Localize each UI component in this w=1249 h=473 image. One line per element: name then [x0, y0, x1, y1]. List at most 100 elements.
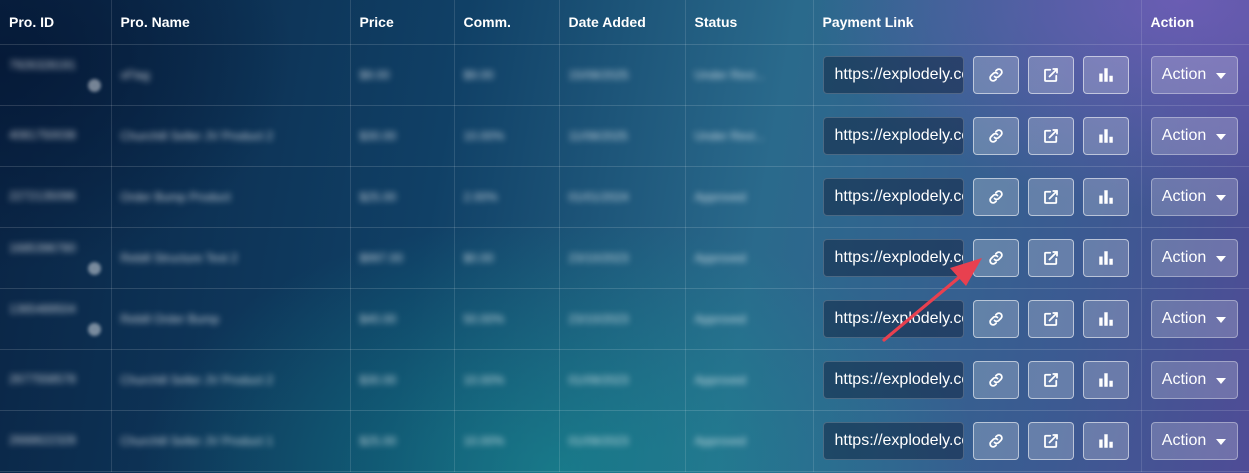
open-link-button[interactable] [1027, 116, 1074, 155]
caret-down-icon [1216, 316, 1227, 323]
pro-id-text: 7926328191 [9, 57, 76, 72]
stats-button[interactable] [1082, 55, 1129, 94]
copy-link-button[interactable] [972, 116, 1019, 155]
caret-down-icon [1216, 377, 1227, 384]
date-text: 01/09/2023 [568, 433, 629, 448]
open-link-button[interactable] [1027, 360, 1074, 399]
col-payment-link: Payment Link [813, 0, 1142, 45]
comm-text: 10.00% [463, 128, 505, 143]
cell-pro-id: 2677558578 [0, 349, 112, 411]
payment-link-input[interactable]: https://explodely.com/ [822, 299, 964, 338]
cell-action: Action [1141, 166, 1249, 228]
pro-id-text: 2272135096 [9, 188, 76, 203]
open-link-button[interactable] [1027, 238, 1074, 277]
col-pro-id[interactable]: Pro. ID [0, 0, 112, 45]
cell-action: Action [1141, 227, 1249, 289]
external-link-icon [1043, 433, 1058, 448]
action-label: Action [1161, 248, 1207, 266]
col-pro-name[interactable]: Pro. Name [111, 0, 351, 45]
action-dropdown-button[interactable]: Action [1150, 55, 1238, 94]
payment-link-input[interactable]: https://explodely.com/ [822, 360, 964, 399]
copy-link-button[interactable] [972, 55, 1019, 94]
copy-link-button[interactable] [972, 421, 1019, 460]
payment-link-input[interactable]: https://explodely.com/ [822, 421, 964, 460]
action-dropdown-button[interactable]: Action [1150, 299, 1238, 338]
stats-button[interactable] [1082, 177, 1129, 216]
cell-pro-id: 2668622328 [0, 410, 112, 472]
stats-button[interactable] [1082, 238, 1129, 277]
link-icon [988, 311, 1003, 326]
date-text: 11/08/2025 [568, 128, 628, 143]
cell-payment-link: https://explodely.com/ [813, 227, 1142, 289]
action-label: Action [1161, 309, 1207, 327]
copy-link-button[interactable] [972, 238, 1019, 277]
col-date-added[interactable]: Date Added [559, 0, 686, 45]
bar-chart-icon [1098, 433, 1113, 448]
cell-date-added: 01/01/2024 [559, 166, 686, 228]
comm-text: 50.00% [463, 311, 505, 326]
cell-pro-name: Churchill Seller JV Product 1 [111, 410, 351, 472]
cell-pro-name: Churchill Seller JV Product 2 [111, 105, 351, 167]
pro-id-text: 1685396780 [9, 240, 76, 255]
cell-comm: 2.00% [454, 166, 560, 228]
price-text: $25.00 [359, 433, 397, 448]
cell-status: Approved [685, 288, 814, 350]
payment-link-input[interactable]: https://explodely.com/ [822, 177, 964, 216]
cell-action: Action [1141, 410, 1249, 472]
bar-chart-icon [1098, 311, 1113, 326]
cell-comm: 10.00% [454, 105, 560, 167]
copy-link-button[interactable] [972, 360, 1019, 399]
cell-comm: 10.00% [454, 349, 560, 411]
open-link-button[interactable] [1027, 421, 1074, 460]
caret-down-icon [1216, 255, 1227, 262]
expand-icon[interactable] [87, 261, 101, 275]
cell-comm: 10.00% [454, 410, 560, 472]
col-comm[interactable]: Comm. [454, 0, 560, 45]
cell-payment-link: https://explodely.com/ [813, 44, 1142, 106]
open-link-button[interactable] [1027, 299, 1074, 338]
action-dropdown-button[interactable]: Action [1150, 238, 1238, 277]
payment-link-input[interactable]: https://explodely.com/ [822, 238, 964, 277]
stats-button[interactable] [1082, 360, 1129, 399]
action-label: Action [1161, 431, 1207, 449]
expand-icon[interactable] [87, 322, 101, 336]
cell-price: $25.00 [350, 166, 455, 228]
cell-date-added: 23/10/2023 [559, 288, 686, 350]
stats-button[interactable] [1082, 421, 1129, 460]
action-dropdown-button[interactable]: Action [1150, 177, 1238, 216]
pro-id-text: 1365489504 [9, 301, 76, 316]
caret-down-icon [1216, 194, 1227, 201]
copy-link-button[interactable] [972, 299, 1019, 338]
price-text: $25.00 [359, 189, 397, 204]
stats-button[interactable] [1082, 116, 1129, 155]
cell-status: Approved [685, 227, 814, 289]
action-dropdown-button[interactable]: Action [1150, 116, 1238, 155]
cell-action: Action [1141, 105, 1249, 167]
status-text: Approved [694, 372, 746, 387]
payment-link-input[interactable]: https://explodely.com/ [822, 116, 964, 155]
action-dropdown-button[interactable]: Action [1150, 360, 1238, 399]
stats-button[interactable] [1082, 299, 1129, 338]
copy-link-button[interactable] [972, 177, 1019, 216]
payment-link-input[interactable]: https://explodely.com/ [822, 55, 964, 94]
status-text: Under Revi... [694, 67, 765, 82]
col-action: Action [1141, 0, 1249, 45]
action-dropdown-button[interactable]: Action [1150, 421, 1238, 460]
pro-id-text: 4081750038 [9, 127, 76, 142]
cell-status: Under Revi... [685, 44, 814, 106]
comm-text: 10.00% [463, 433, 505, 448]
cell-status: Approved [685, 166, 814, 228]
open-link-button[interactable] [1027, 55, 1074, 94]
external-link-icon [1043, 189, 1058, 204]
col-price[interactable]: Price [350, 0, 455, 45]
cell-date-added: 11/08/2025 [559, 105, 686, 167]
date-text: 23/10/2023 [568, 250, 629, 265]
bar-chart-icon [1098, 67, 1113, 82]
date-text: 23/10/2023 [568, 311, 629, 326]
comm-text: 2.00% [463, 189, 498, 204]
cell-payment-link: https://explodely.com/ [813, 288, 1142, 350]
cell-pro-id: 1365489504 [0, 288, 112, 350]
expand-icon[interactable] [87, 78, 101, 92]
col-status[interactable]: Status [685, 0, 814, 45]
open-link-button[interactable] [1027, 177, 1074, 216]
